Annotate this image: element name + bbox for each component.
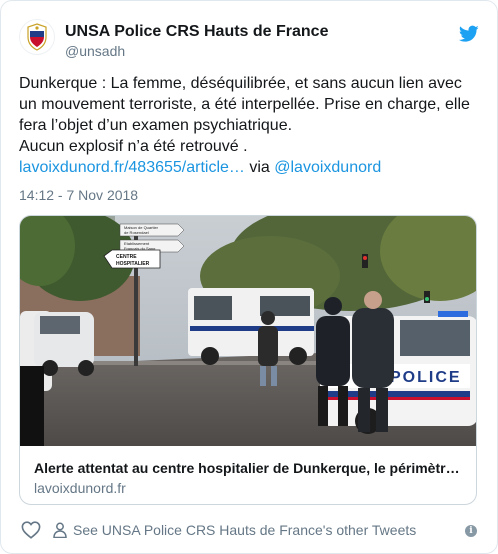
person-icon — [53, 522, 67, 538]
see-other-tweets-link[interactable]: See UNSA Police CRS Hauts de France's ot… — [73, 522, 416, 538]
tweet-text-line2: Aucun explosif n’a été retrouvé . — [19, 138, 248, 155]
tweet-link-line: lavoixdunord.fr/483655/article… via @lav… — [19, 157, 481, 178]
card-domain: lavoixdunord.fr — [34, 480, 126, 496]
shield-logo-icon — [27, 23, 47, 51]
twitter-bird-icon[interactable] — [459, 25, 479, 43]
card-title[interactable]: Alerte attentat au centre hospitalier de… — [34, 460, 466, 476]
info-icon[interactable]: i — [465, 525, 477, 537]
tweet-text-line1: Dunkerque : La femme, déséquilibrée, et … — [19, 75, 470, 134]
author-name[interactable]: UNSA Police CRS Hauts de France — [65, 23, 328, 41]
tweet-text: Dunkerque : La femme, déséquilibrée, et … — [19, 73, 481, 178]
avatar[interactable] — [19, 19, 55, 55]
via-text: via — [244, 159, 275, 176]
link-preview-card[interactable]: Maison de Quartier de Rosendael Etabliss… — [19, 215, 477, 505]
mention-link[interactable]: @lavoixdunord — [274, 159, 381, 176]
police-car-text: POLICE — [390, 369, 462, 386]
tweet-timestamp[interactable]: 14:12 - 7 Nov 2018 — [19, 187, 138, 203]
heart-icon[interactable] — [21, 521, 41, 539]
article-link[interactable]: lavoixdunord.fr/483655/article… — [19, 159, 245, 176]
card-image: Maison de Quartier de Rosendael Etabliss… — [20, 216, 476, 446]
tweet-header: UNSA Police CRS Hauts de France @unsadh — [19, 19, 481, 63]
sign3-line1-text: CENTRE — [116, 254, 137, 260]
tweet-footer: See UNSA Police CRS Hauts de France's ot… — [19, 519, 481, 543]
author-handle[interactable]: @unsadh — [65, 43, 125, 59]
sign3-line2-text: HOSPITALIER — [116, 261, 150, 267]
sign1-line2-text: de Rosendael — [124, 230, 149, 235]
embedded-tweet: UNSA Police CRS Hauts de France @unsadh … — [0, 0, 498, 554]
